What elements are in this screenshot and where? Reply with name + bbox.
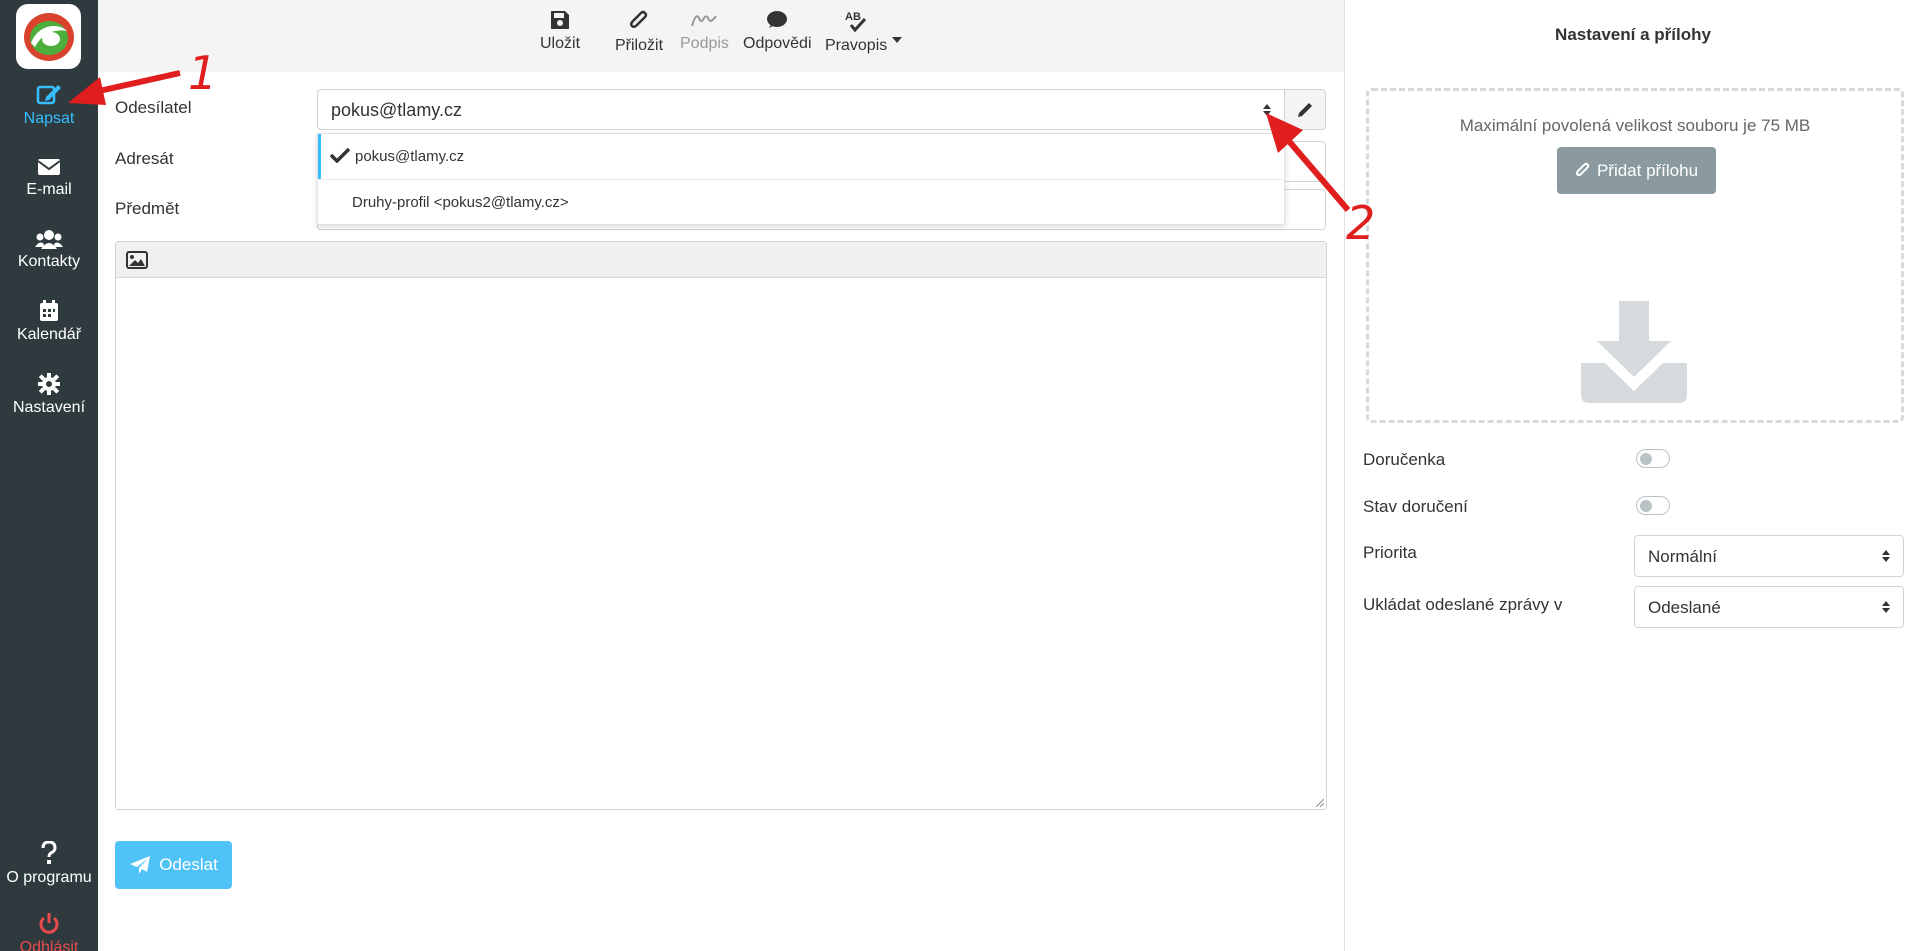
send-button[interactable]: Odeslat (115, 841, 232, 889)
sender-option[interactable]: Druhy-profil <pokus2@tlamy.cz> (318, 180, 1284, 225)
signature-button[interactable]: Podpis (680, 10, 729, 53)
store-folder-value: Odeslané (1648, 598, 1721, 617)
signature-icon (691, 15, 718, 27)
sidebar-item-label: Kalendář (16, 326, 82, 343)
sidebar-item-settings[interactable]: Nastavení (0, 373, 98, 417)
sidebar-logout-label: Odhlásit (19, 939, 79, 951)
add-attachment-button[interactable]: Přidat přílohu (1557, 147, 1716, 194)
calendar-icon (40, 300, 58, 321)
settings-panel: Nastavení a přílohy Maximální povolená v… (1344, 0, 1920, 951)
attachment-drop-zone[interactable]: Maximální povolená velikost souboru je 7… (1366, 88, 1904, 423)
responses-label: Odpovědi (743, 35, 812, 52)
sidebar-item-about[interactable]: O programu (0, 841, 98, 887)
spellcheck-label: Pravopis (825, 37, 888, 54)
sender-option-label: pokus@tlamy.cz (355, 148, 465, 165)
users-icon (35, 230, 63, 249)
priority-select[interactable]: Normální (1634, 535, 1904, 577)
spellcheck-button[interactable]: AB Pravopis (825, 10, 887, 55)
sender-select[interactable]: pokus@tlamy.cz (317, 89, 1285, 130)
sender-option-selected[interactable]: pokus@tlamy.cz (318, 134, 1284, 179)
paper-plane-icon (130, 856, 151, 874)
sidebar-item-contacts[interactable]: Kontakty (0, 229, 98, 271)
priority-label: Priorita (1363, 543, 1417, 562)
power-icon (39, 913, 59, 934)
dsn-label: Stav doručení (1363, 497, 1468, 516)
store-folder-select[interactable]: Odeslané (1634, 586, 1904, 628)
save-label: Uložit (540, 35, 581, 52)
editor-toolbar (116, 242, 1326, 278)
signature-label: Podpis (680, 35, 729, 52)
spellcheck-menu-chevron[interactable] (891, 31, 903, 49)
message-editor[interactable] (115, 241, 1327, 810)
sidebar-item-logout[interactable]: Odhlásit (0, 913, 98, 951)
image-icon[interactable] (126, 251, 148, 269)
subject-label: Předmět (115, 199, 180, 218)
recipient-label: Adresát (115, 149, 174, 168)
add-attachment-label: Přidat přílohu (1596, 160, 1699, 180)
priority-value: Normální (1648, 547, 1717, 566)
question-icon (41, 841, 57, 864)
paperclip-icon (629, 10, 648, 29)
receipt-toggle[interactable] (1636, 449, 1670, 468)
gear-icon (38, 373, 60, 395)
sidebar-item-label: E-mail (26, 181, 72, 198)
attach-label: Přiložit (615, 37, 664, 54)
sidebar-item-calendar[interactable]: Kalendář (0, 300, 98, 344)
annotation-number-2: 2 (1346, 196, 1376, 250)
select-arrows-icon (1882, 550, 1890, 562)
responses-button[interactable]: Odpovědi (743, 10, 812, 53)
store-label: Ukládat odeslané zprávy v (1363, 595, 1563, 614)
caret-down-icon (892, 37, 902, 43)
sidebar-about-label: O programu (6, 869, 92, 886)
select-arrows-icon (1882, 601, 1890, 613)
spellcheck-icon: AB (845, 11, 867, 32)
sidebar: Napsat E-mail Kontakty Kalendář Nastaven… (0, 0, 98, 951)
sender-option-label: Druhy-profil <pokus2@tlamy.cz> (352, 194, 569, 211)
save-button[interactable]: Uložit (540, 10, 580, 53)
download-icon (1581, 301, 1687, 403)
sidebar-item-label: Kontakty (17, 253, 81, 270)
envelope-icon (37, 159, 61, 175)
panel-title: Nastavení a přílohy (1555, 25, 1711, 44)
sidebar-item-label: Nastavení (12, 399, 86, 416)
check-icon (330, 147, 350, 163)
sender-select-value: pokus@tlamy.cz (331, 100, 462, 120)
annotation-number-1: 1 (188, 46, 218, 100)
compose-toolbar: Uložit Přiložit Podpis Odpovědi AB Pravo… (98, 0, 1344, 72)
sender-dropdown: pokus@tlamy.cz Druhy-profil <pokus2@tlam… (317, 133, 1285, 225)
attach-button[interactable]: Přiložit (615, 10, 663, 55)
paperclip-icon (1575, 162, 1590, 176)
max-size-text: Maximální povolená velikost souboru je 7… (1459, 116, 1811, 135)
receipt-label: Doručenka (1363, 450, 1446, 469)
speech-bubble-icon (767, 11, 788, 28)
floppy-icon (551, 11, 569, 29)
sidebar-item-email[interactable]: E-mail (0, 157, 98, 199)
compose-icon (36, 85, 61, 105)
send-label: Odeslat (159, 855, 218, 874)
svg-text:AB: AB (845, 11, 861, 23)
dsn-toggle[interactable] (1636, 496, 1670, 515)
resize-handle-icon[interactable] (1316, 799, 1324, 807)
